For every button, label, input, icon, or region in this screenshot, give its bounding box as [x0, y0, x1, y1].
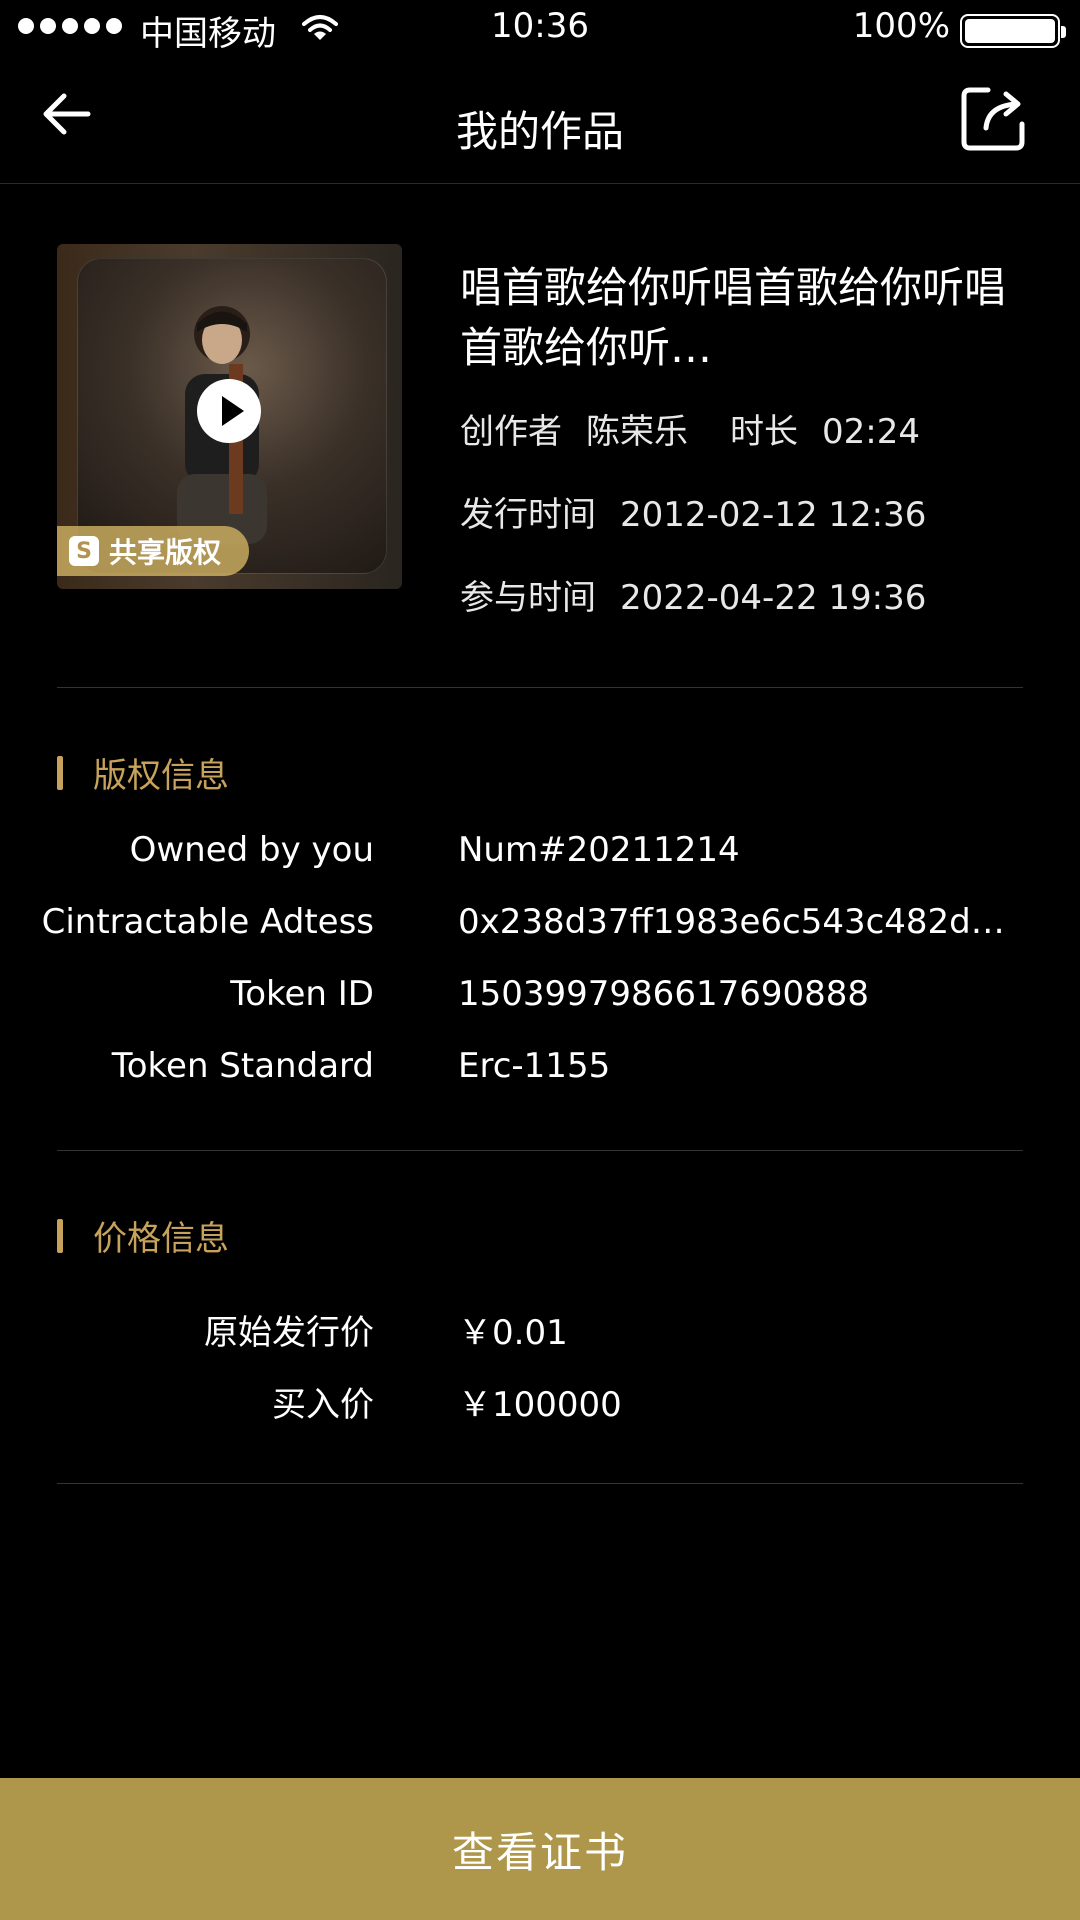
copyright-section-heading: 版权信息 [57, 748, 229, 797]
token-standard-value: Erc-1155 [458, 1046, 611, 1086]
view-certificate-button[interactable]: 查看证书 [0, 1778, 1080, 1920]
token-standard-label: Token Standard [111, 1046, 374, 1086]
creator-row: 创作者 陈荣乐 时长 02:24 [460, 404, 920, 453]
divider [57, 1150, 1023, 1151]
creator-name: 陈荣乐 [586, 412, 688, 452]
join-time-label: 参与时间 [460, 578, 596, 618]
share-badge-icon: S [69, 536, 99, 566]
play-button[interactable] [197, 379, 261, 443]
nav-bar: 我的作品 [0, 60, 1080, 184]
divider [57, 687, 1023, 688]
original-price-value: ￥0.01 [458, 1313, 568, 1353]
work-cover[interactable]: S 共享版权 [57, 244, 402, 589]
purchase-price-value: ￥100000 [458, 1385, 622, 1425]
share-icon [961, 87, 1025, 151]
purchase-price-label: 买入价 [272, 1385, 374, 1425]
shared-copyright-badge: S 共享版权 [57, 526, 250, 576]
release-time-label: 发行时间 [460, 495, 596, 535]
join-time-value: 2022-04-22 19:36 [620, 578, 927, 618]
release-time-row: 发行时间 2012-02-12 12:36 [460, 487, 926, 536]
original-price-label: 原始发行价 [204, 1313, 374, 1353]
price-section-heading: 价格信息 [57, 1211, 229, 1260]
battery-icon [960, 14, 1066, 48]
page: 中国移动 10:36 100% 我的作品 S 共享版权 唱首歌给你听唱首歌给你听… [0, 0, 1080, 1920]
owned-label: Owned by you [129, 830, 374, 870]
status-bar: 中国移动 10:36 100% [0, 0, 1080, 60]
battery-percentage: 100% [852, 6, 950, 46]
section-marker [57, 1218, 63, 1253]
share-button[interactable] [960, 84, 1036, 160]
work-title: 唱首歌给你听唱首歌给你听唱首歌给你听… [460, 263, 1007, 372]
duration-value: 02:24 [822, 412, 920, 452]
divider [57, 1483, 1023, 1484]
page-title: 我的作品 [455, 107, 624, 156]
token-id-value: 1503997986617690888 [458, 974, 870, 1014]
section-marker [57, 755, 63, 790]
contract-address-label: Cintractable Adtess [41, 902, 374, 942]
duration-label: 时长 [730, 412, 798, 452]
join-time-row: 参与时间 2022-04-22 19:36 [460, 570, 926, 619]
contract-address-value[interactable]: 0x238d37ff1983e6c543c482dce… [458, 902, 1018, 942]
owned-value: Num#20211214 [458, 830, 740, 870]
creator-label: 创作者 [460, 412, 562, 452]
badge-label: 共享版权 [109, 536, 222, 569]
section-title: 版权信息 [93, 756, 229, 796]
section-title: 价格信息 [93, 1219, 229, 1259]
token-id-label: Token ID [230, 974, 374, 1014]
release-time-value: 2012-02-12 12:36 [620, 495, 927, 535]
